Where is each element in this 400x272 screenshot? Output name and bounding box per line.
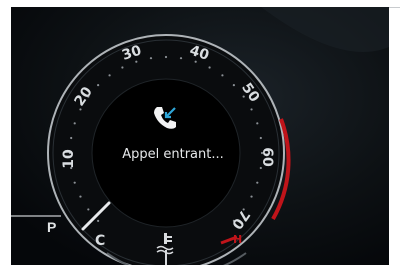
tick-dot	[97, 219, 100, 222]
tick-dot	[259, 166, 262, 170]
tick-dot	[250, 108, 253, 111]
tick-dot	[79, 195, 82, 198]
tick-dot	[232, 84, 235, 87]
frame-edge	[389, 7, 400, 8]
tick-dot	[221, 74, 224, 77]
speed-label-10: 10	[61, 149, 77, 169]
tick-dot	[164, 55, 168, 59]
tick-dot	[259, 136, 262, 140]
instrument-cluster-screen: 10 20 30 40 50 60 70 C H Appel entrant..…	[11, 7, 389, 265]
tick-dot	[149, 57, 153, 60]
speedometer-gauge: 10 20 30 40 50 60 70 C H	[11, 34, 291, 265]
tick-dot	[208, 66, 211, 69]
tick-dot	[194, 60, 197, 63]
incoming-call-text: Appel entrant...	[122, 147, 224, 162]
tick-dot	[135, 60, 138, 63]
tick-dot	[250, 195, 253, 198]
tick-dot	[256, 122, 259, 125]
temp-hot-label: H	[233, 233, 242, 246]
tick-dot	[256, 181, 259, 184]
tick-dot	[73, 122, 76, 125]
tick-dot	[108, 74, 111, 77]
tick-dot	[121, 66, 124, 69]
tick-dot	[97, 84, 100, 87]
tick-dot	[70, 136, 73, 140]
temp-cold-label: C	[95, 233, 105, 249]
tick-dot	[79, 108, 82, 111]
tick-dot	[73, 181, 76, 184]
tick-dot	[87, 208, 90, 211]
gear-indicator: P	[47, 219, 57, 235]
speed-label-60: 60	[259, 147, 275, 167]
tick-dot	[179, 57, 183, 60]
